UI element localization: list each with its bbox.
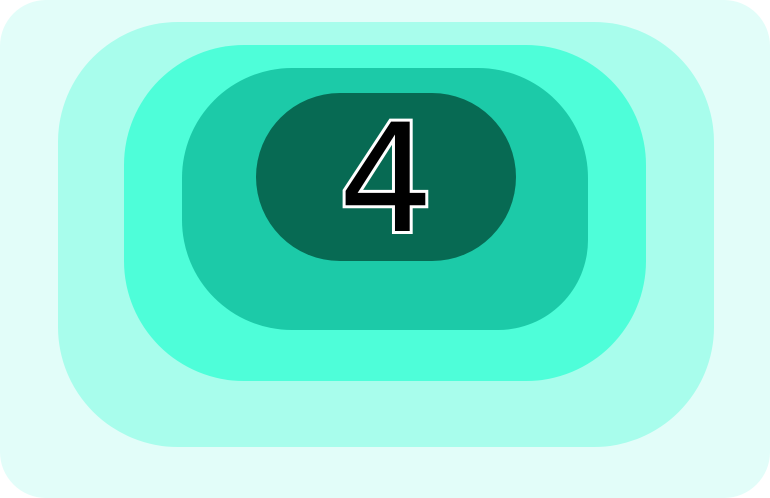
count-label: 4: [256, 93, 516, 261]
canvas: 4: [0, 0, 770, 498]
count-digit-graphic: 4: [341, 107, 431, 247]
count-digit: 4: [341, 107, 431, 247]
